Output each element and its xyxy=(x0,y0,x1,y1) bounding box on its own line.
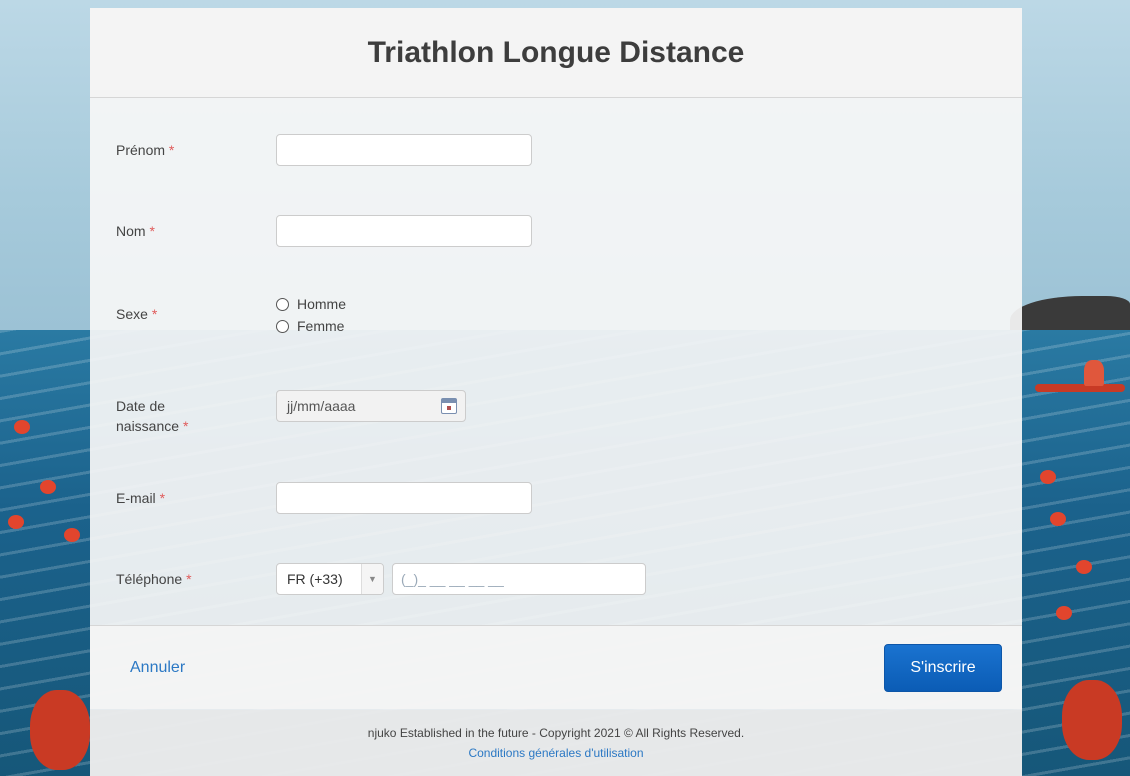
cancel-link[interactable]: Annuler xyxy=(130,659,185,677)
sex-radio-group: Homme Femme xyxy=(276,296,346,334)
background-swimmer xyxy=(14,420,30,434)
radio-femme[interactable]: Femme xyxy=(276,318,346,334)
firstname-row: Prénom * xyxy=(116,134,532,166)
birthdate-row: Date de naissance * jj/mm/aaaa xyxy=(116,390,466,436)
background-swimmer xyxy=(8,515,24,529)
sex-row: Sexe * Homme Femme xyxy=(116,296,346,334)
background-swimmer xyxy=(1076,560,1092,574)
country-code-select[interactable]: FR (+33) ▼ xyxy=(276,563,384,595)
birthdate-label: Date de naissance * xyxy=(116,398,189,434)
lastname-input[interactable] xyxy=(276,215,532,247)
background-swimmer xyxy=(1050,512,1066,526)
phone-label: Téléphone * xyxy=(116,571,192,587)
calendar-icon[interactable] xyxy=(441,398,457,414)
lastname-label: Nom * xyxy=(116,223,155,239)
submit-button[interactable]: S'inscrire xyxy=(884,643,1002,692)
firstname-label: Prénom * xyxy=(116,142,175,158)
phone-placeholder: (_)_ __ __ __ __ xyxy=(401,571,504,587)
background-swimmer xyxy=(1062,680,1122,760)
birthdate-placeholder: jj/mm/aaaa xyxy=(287,398,356,414)
radio-button-femme[interactable] xyxy=(276,319,289,333)
radio-homme[interactable]: Homme xyxy=(276,296,346,312)
chevron-down-icon[interactable]: ▼ xyxy=(361,564,383,594)
sex-label: Sexe * xyxy=(116,306,158,322)
radio-femme-label: Femme xyxy=(297,318,345,334)
lastname-row: Nom * xyxy=(116,215,532,247)
page-footer: njuko Established in the future - Copyri… xyxy=(90,710,1022,776)
firstname-input[interactable] xyxy=(276,134,532,166)
radio-button-homme[interactable] xyxy=(276,297,289,311)
copyright-text: njuko Established in the future - Copyri… xyxy=(367,726,745,740)
terms-link[interactable]: Conditions générales d'utilisation xyxy=(468,746,643,760)
background-swimmer xyxy=(1040,470,1056,484)
registration-panel: Triathlon Longue Distance Prénom * Nom *… xyxy=(90,8,1022,776)
background-swimmer xyxy=(40,480,56,494)
phone-field: FR (+33) ▼ (_)_ __ __ __ __ xyxy=(276,563,646,595)
page-title: Triathlon Longue Distance xyxy=(367,35,745,69)
background-swimmer xyxy=(64,528,80,542)
radio-homme-label: Homme xyxy=(297,296,347,312)
email-input[interactable] xyxy=(276,482,532,514)
background-kayak xyxy=(1035,384,1125,392)
form-actions: Annuler S'inscrire xyxy=(90,625,1022,709)
background-swimmer xyxy=(1056,606,1072,620)
phone-input[interactable]: (_)_ __ __ __ __ xyxy=(392,563,646,595)
phone-row: Téléphone * FR (+33) ▼ (_)_ __ __ __ __ xyxy=(116,563,646,595)
birthdate-input[interactable]: jj/mm/aaaa xyxy=(276,390,466,422)
country-code-value: FR (+33) xyxy=(287,571,343,587)
background-kayaker xyxy=(1084,360,1104,386)
page-header: Triathlon Longue Distance xyxy=(90,8,1022,98)
background-swimmer xyxy=(30,690,90,770)
email-label: E-mail * xyxy=(116,490,166,506)
email-row: E-mail * xyxy=(116,482,532,514)
registration-form: Prénom * Nom * Sexe * Homme Femme Date d… xyxy=(90,98,1022,625)
